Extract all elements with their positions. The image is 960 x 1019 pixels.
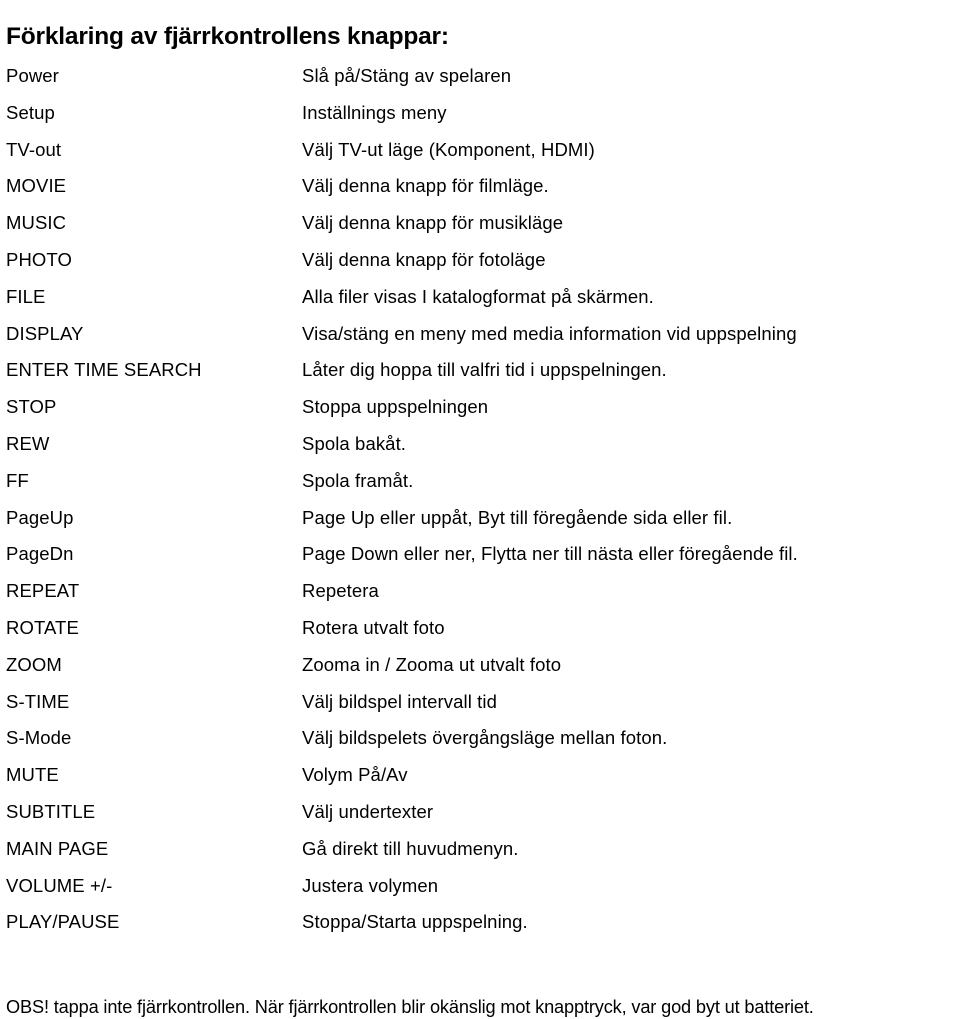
table-row: PageUp Page Up eller uppåt, Byt till före… bbox=[0, 503, 960, 540]
table-row: DISPLAY Visa/stäng en meny med media info… bbox=[0, 319, 960, 356]
button-name-cell: FILE bbox=[6, 285, 46, 307]
table-row: PLAY/PAUSE Stoppa/Starta uppspelning. bbox=[0, 907, 960, 944]
battery-warning-note: OBS! tappa inte fjärrkontrollen. När fjä… bbox=[6, 997, 814, 1018]
button-description-cell: Justera volymen bbox=[302, 874, 439, 896]
button-name-cell: S-TIME bbox=[6, 690, 70, 712]
remote-button-reference-table: Power Slå på/Stäng av spelaren Setup Instäl… bbox=[0, 61, 960, 944]
button-name-cell: SUBTITLE bbox=[6, 800, 96, 822]
button-description-cell: Välj bildspelets övergångsläge mellan fo… bbox=[302, 727, 668, 749]
button-description-cell: Volym På/Av bbox=[302, 764, 408, 786]
button-name-cell: PageDn bbox=[6, 543, 74, 565]
button-name-cell: ROTATE bbox=[6, 616, 79, 638]
button-name-cell: MOVIE bbox=[6, 175, 67, 197]
button-name-cell: Setup bbox=[6, 101, 55, 123]
button-name-cell: TV-out bbox=[6, 138, 62, 160]
button-name-cell: REW bbox=[6, 432, 50, 454]
button-description-cell: Repetera bbox=[302, 580, 379, 602]
table-row: MUSIC Välj denna knapp för musikläge bbox=[0, 208, 960, 245]
table-row: MAIN PAGE Gå direkt till huvudmenyn. bbox=[0, 834, 960, 871]
button-name-cell: ZOOM bbox=[6, 653, 62, 675]
button-name-cell: MUSIC bbox=[6, 212, 67, 234]
button-description-cell: Välj denna knapp för musikläge bbox=[302, 212, 564, 234]
button-description-cell: Gå direkt till huvudmenyn. bbox=[302, 837, 519, 859]
button-description-cell: Inställnings meny bbox=[302, 101, 447, 123]
button-name-cell: DISPLAY bbox=[6, 322, 84, 344]
table-row: Setup Inställnings meny bbox=[0, 98, 960, 135]
button-description-cell: Spola bakåt. bbox=[302, 432, 407, 454]
document-page: Förklaring av fjärrkontrollens knappar: … bbox=[0, 0, 960, 1017]
table-row: PageDn Page Down eller ner, Flytta ner ti… bbox=[0, 539, 960, 576]
table-row: Power Slå på/Stäng av spelaren bbox=[0, 61, 960, 98]
table-row: S-TIME Välj bildspel intervall tid bbox=[0, 687, 960, 724]
button-name-cell: VOLUME +/- bbox=[6, 874, 113, 896]
button-name-cell: Power bbox=[6, 65, 59, 86]
button-description-cell: Rotera utvalt foto bbox=[302, 616, 445, 638]
button-name-cell: PHOTO bbox=[6, 248, 72, 270]
button-description-cell: Alla filer visas I katalogformat på skär… bbox=[302, 285, 654, 307]
table-row: REPEAT Repetera bbox=[0, 576, 960, 613]
table-row: STOP Stoppa uppspelningen bbox=[0, 392, 960, 429]
button-description-cell: Page Down eller ner, Flytta ner till näs… bbox=[302, 543, 798, 565]
button-name-cell: REPEAT bbox=[6, 580, 80, 602]
page-title: Förklaring av fjärrkontrollens knappar: bbox=[6, 23, 449, 51]
button-description-cell: Stoppa/Starta uppspelning. bbox=[302, 911, 528, 933]
button-description-cell: Välj denna knapp för filmläge. bbox=[302, 175, 549, 197]
button-description-cell: Välj bildspel intervall tid bbox=[302, 690, 497, 712]
table-row: FF Spola framåt. bbox=[0, 466, 960, 503]
table-row: SUBTITLE Välj undertexter bbox=[0, 797, 960, 834]
table-row: S-Mode Välj bildspelets övergångsläge mel… bbox=[0, 723, 960, 760]
button-description-cell: Stoppa uppspelningen bbox=[302, 396, 489, 418]
button-description-cell: Zooma in / Zooma ut utvalt foto bbox=[302, 653, 562, 675]
button-description-cell: Slå på/Stäng av spelaren bbox=[302, 65, 512, 86]
button-description-cell: Välj denna knapp för fotoläge bbox=[302, 248, 546, 270]
button-name-cell: PageUp bbox=[6, 506, 74, 528]
table-row: REW Spola bakåt. bbox=[0, 429, 960, 466]
button-name-cell: FF bbox=[6, 469, 29, 491]
button-name-cell: S-Mode bbox=[6, 727, 72, 749]
button-description-cell: Page Up eller uppåt, Byt till föregående… bbox=[302, 506, 733, 528]
table-row: ENTER TIME SEARCH Låter dig hoppa till va… bbox=[0, 355, 960, 392]
button-description-cell: Spola framåt. bbox=[302, 469, 414, 491]
table-row: VOLUME +/- Justera volymen bbox=[0, 871, 960, 908]
table-row: ZOOM Zooma in / Zooma ut utvalt foto bbox=[0, 650, 960, 687]
button-name-cell: STOP bbox=[6, 396, 57, 418]
button-name-cell: PLAY/PAUSE bbox=[6, 911, 120, 933]
button-description-cell: Välj undertexter bbox=[302, 800, 434, 822]
button-name-cell: ENTER TIME SEARCH bbox=[6, 359, 202, 381]
table-row: FILE Alla filer visas I katalogformat på … bbox=[0, 282, 960, 319]
table-row: PHOTO Välj denna knapp för fotoläge bbox=[0, 245, 960, 282]
table-row: TV-out Välj TV-ut läge (Komponent, HDMI) bbox=[0, 135, 960, 172]
button-name-cell: MAIN PAGE bbox=[6, 837, 109, 859]
button-description-cell: Låter dig hoppa till valfri tid i uppspe… bbox=[302, 359, 667, 381]
table-row: MOVIE Välj denna knapp för filmläge. bbox=[0, 171, 960, 208]
table-row: ROTATE Rotera utvalt foto bbox=[0, 613, 960, 650]
table-row: MUTE Volym På/Av bbox=[0, 760, 960, 797]
button-description-cell: Välj TV-ut läge (Komponent, HDMI) bbox=[302, 138, 595, 160]
button-description-cell: Visa/stäng en meny med media information… bbox=[302, 322, 797, 344]
button-name-cell: MUTE bbox=[6, 764, 59, 786]
